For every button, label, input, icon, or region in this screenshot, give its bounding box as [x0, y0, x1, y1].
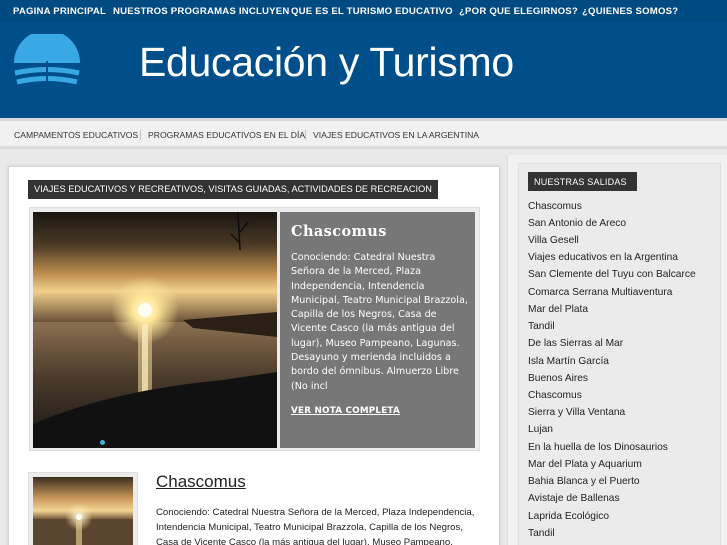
- sidebar-link[interactable]: De las Sierras al Mar: [528, 338, 623, 349]
- post-thumbnail[interactable]: [33, 477, 133, 545]
- featured-excerpt: Conociendo: Catedral Nuestra Señora de l…: [291, 252, 468, 392]
- site-logo[interactable]: [10, 30, 84, 98]
- sidebar-link[interactable]: Buenos Aires: [528, 373, 588, 384]
- slider-indicator-dot[interactable]: [100, 440, 105, 445]
- top-nav: PAGINA PRINCIPAL NUESTROS PROGRAMAS INCL…: [0, 0, 727, 22]
- sidebar-link[interactable]: Lujan: [528, 424, 553, 435]
- sidebar-link[interactable]: Sierra y Villa Ventana: [528, 407, 625, 418]
- sidebar-link[interactable]: Mar del Plata y Aquarium: [528, 459, 642, 470]
- read-more-link[interactable]: VER NOTA COMPLETA: [291, 406, 400, 416]
- sidebar-link[interactable]: Tandil: [528, 528, 555, 539]
- open-book-icon: [12, 30, 82, 89]
- sidebar-link[interactable]: Chascomus: [528, 201, 582, 212]
- sunset-thumbnail: [33, 477, 133, 545]
- sidebar-link[interactable]: Avistaje de Ballenas: [528, 493, 620, 504]
- top-nav-item-programas[interactable]: NUESTROS PROGRAMAS INCLUYEN: [113, 6, 290, 17]
- sidebar-link[interactable]: Viajes educativos en la Argentina: [528, 252, 678, 263]
- section-label: VIAJES EDUCATIVOS Y RECREATIVOS, VISITAS…: [28, 180, 438, 199]
- site-header: Educación y Turismo: [0, 22, 727, 118]
- featured-image[interactable]: [33, 212, 277, 448]
- sub-nav-divider: [140, 130, 141, 140]
- sidebar-link[interactable]: Comarca Serrana Multiaventura: [528, 287, 672, 298]
- sidebar-link[interactable]: San Clemente del Tuyu con Balcarce: [528, 269, 696, 280]
- top-nav-item-turismo-educativo[interactable]: QUE ES EL TURISMO EDUCATIVO: [291, 6, 453, 17]
- widget-title: NUESTRAS SALIDAS: [528, 172, 637, 191]
- sidebar-link[interactable]: En la huella de los Dinosaurios: [528, 442, 668, 453]
- sidebar-link[interactable]: San Antonio de Areco: [528, 218, 626, 229]
- sidebar-link[interactable]: Mar del Plata: [528, 304, 588, 315]
- top-nav-item-pagina-principal[interactable]: PAGINA PRINCIPAL: [13, 6, 106, 17]
- sidebar-link[interactable]: Villa Gesell: [528, 235, 579, 246]
- top-nav-item-quienes-somos[interactable]: ¿QUIENES SOMOS?: [582, 6, 678, 17]
- sidebar-link[interactable]: Chascomus: [528, 390, 582, 401]
- sub-nav-item-programas-dia[interactable]: PROGRAMAS EDUCATIVOS EN EL DÍA: [148, 130, 305, 140]
- sunset-photo: [33, 212, 277, 448]
- sub-nav-divider: [305, 130, 306, 140]
- featured-title[interactable]: Chascomus: [291, 223, 387, 240]
- top-nav-item-por-que-elegirnos[interactable]: ¿POR QUE ELEGIRNOS?: [459, 6, 578, 17]
- site-title: Educación y Turismo: [139, 39, 514, 85]
- sidebar-link[interactable]: Bahia Blanca y el Puerto: [528, 476, 640, 487]
- sidebar-link[interactable]: Laprida Ecológico: [528, 511, 609, 522]
- sidebar-link[interactable]: Tandil: [528, 321, 555, 332]
- sub-nav: CAMPAMENTOS EDUCATIVOS PROGRAMAS EDUCATI…: [0, 118, 727, 149]
- post-title[interactable]: Chascomus: [156, 472, 246, 492]
- sub-nav-item-viajes-argentina[interactable]: VIAJES EDUCATIVOS EN LA ARGENTINA: [313, 130, 479, 140]
- sidebar-link[interactable]: Isla Martín García: [528, 356, 609, 367]
- post-excerpt: Conociendo: Catedral Nuestra Señora de l…: [156, 507, 475, 545]
- sub-nav-item-campamentos[interactable]: CAMPAMENTOS EDUCATIVOS: [14, 130, 138, 140]
